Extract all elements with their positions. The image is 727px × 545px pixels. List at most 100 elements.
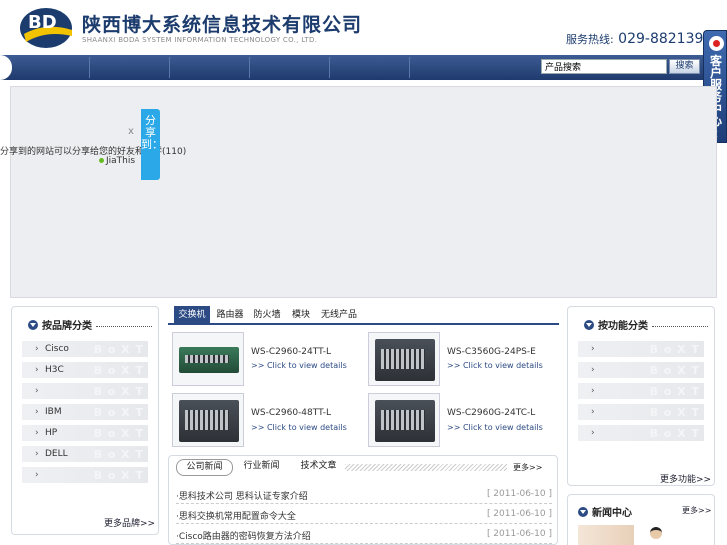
share-tab[interactable]: 分享到： (141, 109, 163, 180)
news-center-title-text: 新闻中心 (592, 508, 632, 519)
chevron-right-icon: › (591, 365, 595, 375)
news-title[interactable]: ·Cisco路由器的密码恢复方法介绍 (176, 529, 311, 542)
chevron-right-icon: › (591, 428, 595, 438)
share-close-button[interactable]: x (128, 126, 134, 137)
product-details-link[interactable]: >> Click to view details (251, 423, 347, 432)
news-center-title: 新闻中心 (578, 504, 632, 519)
product-details-link[interactable]: >> Click to view details (251, 361, 347, 370)
product-name[interactable]: WS-C2960-24TT-L (251, 347, 331, 357)
hotline-number: 029-882139 (618, 31, 704, 47)
brand-item-hp[interactable]: › HP (22, 425, 148, 441)
tab-industry-news[interactable]: 行业新闻 (233, 459, 290, 476)
tab-firewall[interactable]: 防火墙 (249, 306, 285, 324)
nav-item[interactable] (410, 57, 490, 78)
tab-switch[interactable]: 交换机 (174, 306, 210, 324)
brand-item[interactable]: › (22, 467, 148, 483)
switch-image (375, 400, 435, 442)
more-functions-link[interactable]: 更多功能>> (660, 472, 711, 485)
banner (10, 86, 717, 298)
news-center-panel: 新闻中心 更多>> (567, 494, 715, 545)
tab-router[interactable]: 路由器 (212, 306, 248, 324)
nav-item[interactable] (10, 57, 90, 78)
product-image[interactable] (172, 332, 244, 386)
function-panel-title: 按功能分类 (584, 317, 648, 332)
function-item[interactable]: › (578, 362, 704, 378)
more-brands-link[interactable]: 更多品牌>> (104, 516, 155, 529)
chevron-right-icon: › (591, 386, 595, 396)
function-panel: 按功能分类 › › › › › 更多功能>> (567, 306, 715, 486)
qq-icon (709, 36, 724, 51)
tab-company-news[interactable]: 公司新闻 (176, 459, 233, 476)
header: BD 陕西博大系统信息技术有限公司 SHAANXI BODA SYSTEM IN… (0, 0, 727, 56)
news-more-link[interactable]: 更多>> (513, 462, 542, 473)
chevron-right-icon: › (35, 407, 39, 417)
jiathis-link[interactable]: JiaThis (99, 156, 135, 166)
jiathis-icon (99, 158, 104, 163)
chevron-right-icon: › (35, 449, 39, 459)
search-button[interactable]: 搜索 (669, 59, 700, 74)
switch-image (375, 339, 435, 381)
divider (96, 326, 152, 327)
chevron-down-icon (584, 320, 594, 330)
news-item[interactable]: ·Cisco路由器的密码恢复方法介绍 [ 2011-06-10 ] (176, 527, 552, 544)
company-name-english: SHAANXI BODA SYSTEM INFORMATION TECHNOLO… (82, 36, 318, 44)
chevron-right-icon: › (35, 386, 39, 396)
product-details-link[interactable]: >> Click to view details (447, 361, 543, 370)
hotline: 服务热线: 029-882139 (566, 31, 703, 47)
function-item[interactable]: › (578, 425, 704, 441)
product-image[interactable] (368, 393, 440, 447)
search-input[interactable] (541, 59, 667, 74)
tab-wireless[interactable]: 无线产品 (318, 306, 360, 324)
chevron-right-icon: › (591, 344, 595, 354)
brand-item-h3c[interactable]: › H3C (22, 362, 148, 378)
news-title[interactable]: ·思科交换机常用配置命令大全 (176, 509, 296, 522)
brand-item-cisco[interactable]: › Cisco (22, 341, 148, 357)
product-image[interactable] (368, 332, 440, 386)
divider (345, 464, 507, 471)
news-image[interactable] (578, 525, 634, 545)
function-item[interactable]: › (578, 404, 704, 420)
brand-item-ibm[interactable]: › IBM (22, 404, 148, 420)
brand-panel-title-text: 按品牌分类 (42, 321, 92, 332)
switch-image (179, 400, 239, 442)
news-date: [ 2011-06-10 ] (486, 509, 552, 519)
news-center-more-link[interactable]: 更多>> (682, 505, 711, 516)
page: BD 陕西博大系统信息技术有限公司 SHAANXI BODA SYSTEM IN… (0, 0, 727, 545)
avatar (650, 527, 662, 539)
product-details-link[interactable]: >> Click to view details (447, 423, 543, 432)
brand-panel: 按品牌分类 › Cisco › H3C › › IBM › HP › DELL › 更多品… (11, 306, 159, 535)
brand-item-label: DELL (45, 449, 68, 459)
nav-item[interactable] (250, 57, 330, 78)
hotline-label: 服务热线: (566, 33, 614, 46)
tab-module[interactable]: 模块 (286, 306, 316, 324)
product-name[interactable]: WS-C3560G-24PS-E (447, 347, 536, 357)
product-name[interactable]: WS-C2960-48TT-L (251, 408, 331, 418)
product-name[interactable]: WS-C2960G-24TC-L (447, 408, 535, 418)
brand-item-label: IBM (45, 407, 62, 417)
news-item[interactable]: ·思科交换机常用配置命令大全 [ 2011-06-10 ] (176, 507, 552, 524)
news-date: [ 2011-06-10 ] (486, 489, 552, 499)
news-item[interactable]: ·思科技术公司 思科认证专家介绍 [ 2011-06-10 ] (176, 487, 552, 504)
nav-item[interactable] (170, 57, 250, 78)
tab-tech-articles[interactable]: 技术文章 (290, 459, 347, 476)
function-item[interactable]: › (578, 383, 704, 399)
nav-item[interactable] (330, 57, 410, 78)
chevron-right-icon: › (35, 428, 39, 438)
brand-item-label: H3C (45, 365, 64, 375)
product-image[interactable] (172, 393, 244, 447)
brand-panel-title: 按品牌分类 (28, 317, 92, 332)
function-panel-title-text: 按功能分类 (598, 321, 648, 332)
switch-image (179, 347, 239, 373)
news-title[interactable]: ·思科技术公司 思科认证专家介绍 (176, 489, 308, 502)
chevron-right-icon: › (35, 365, 39, 375)
function-item[interactable]: › (578, 341, 704, 357)
chevron-right-icon: › (35, 470, 39, 480)
svg-text:BD: BD (28, 12, 57, 33)
nav-item[interactable] (90, 57, 170, 78)
brand-item-dell[interactable]: › DELL (22, 446, 148, 462)
news-avatar[interactable] (646, 525, 666, 545)
brand-item[interactable]: › (22, 383, 148, 399)
company-logo[interactable]: BD (18, 4, 74, 50)
chevron-right-icon: › (35, 344, 39, 354)
brand-item-label: HP (45, 428, 58, 438)
